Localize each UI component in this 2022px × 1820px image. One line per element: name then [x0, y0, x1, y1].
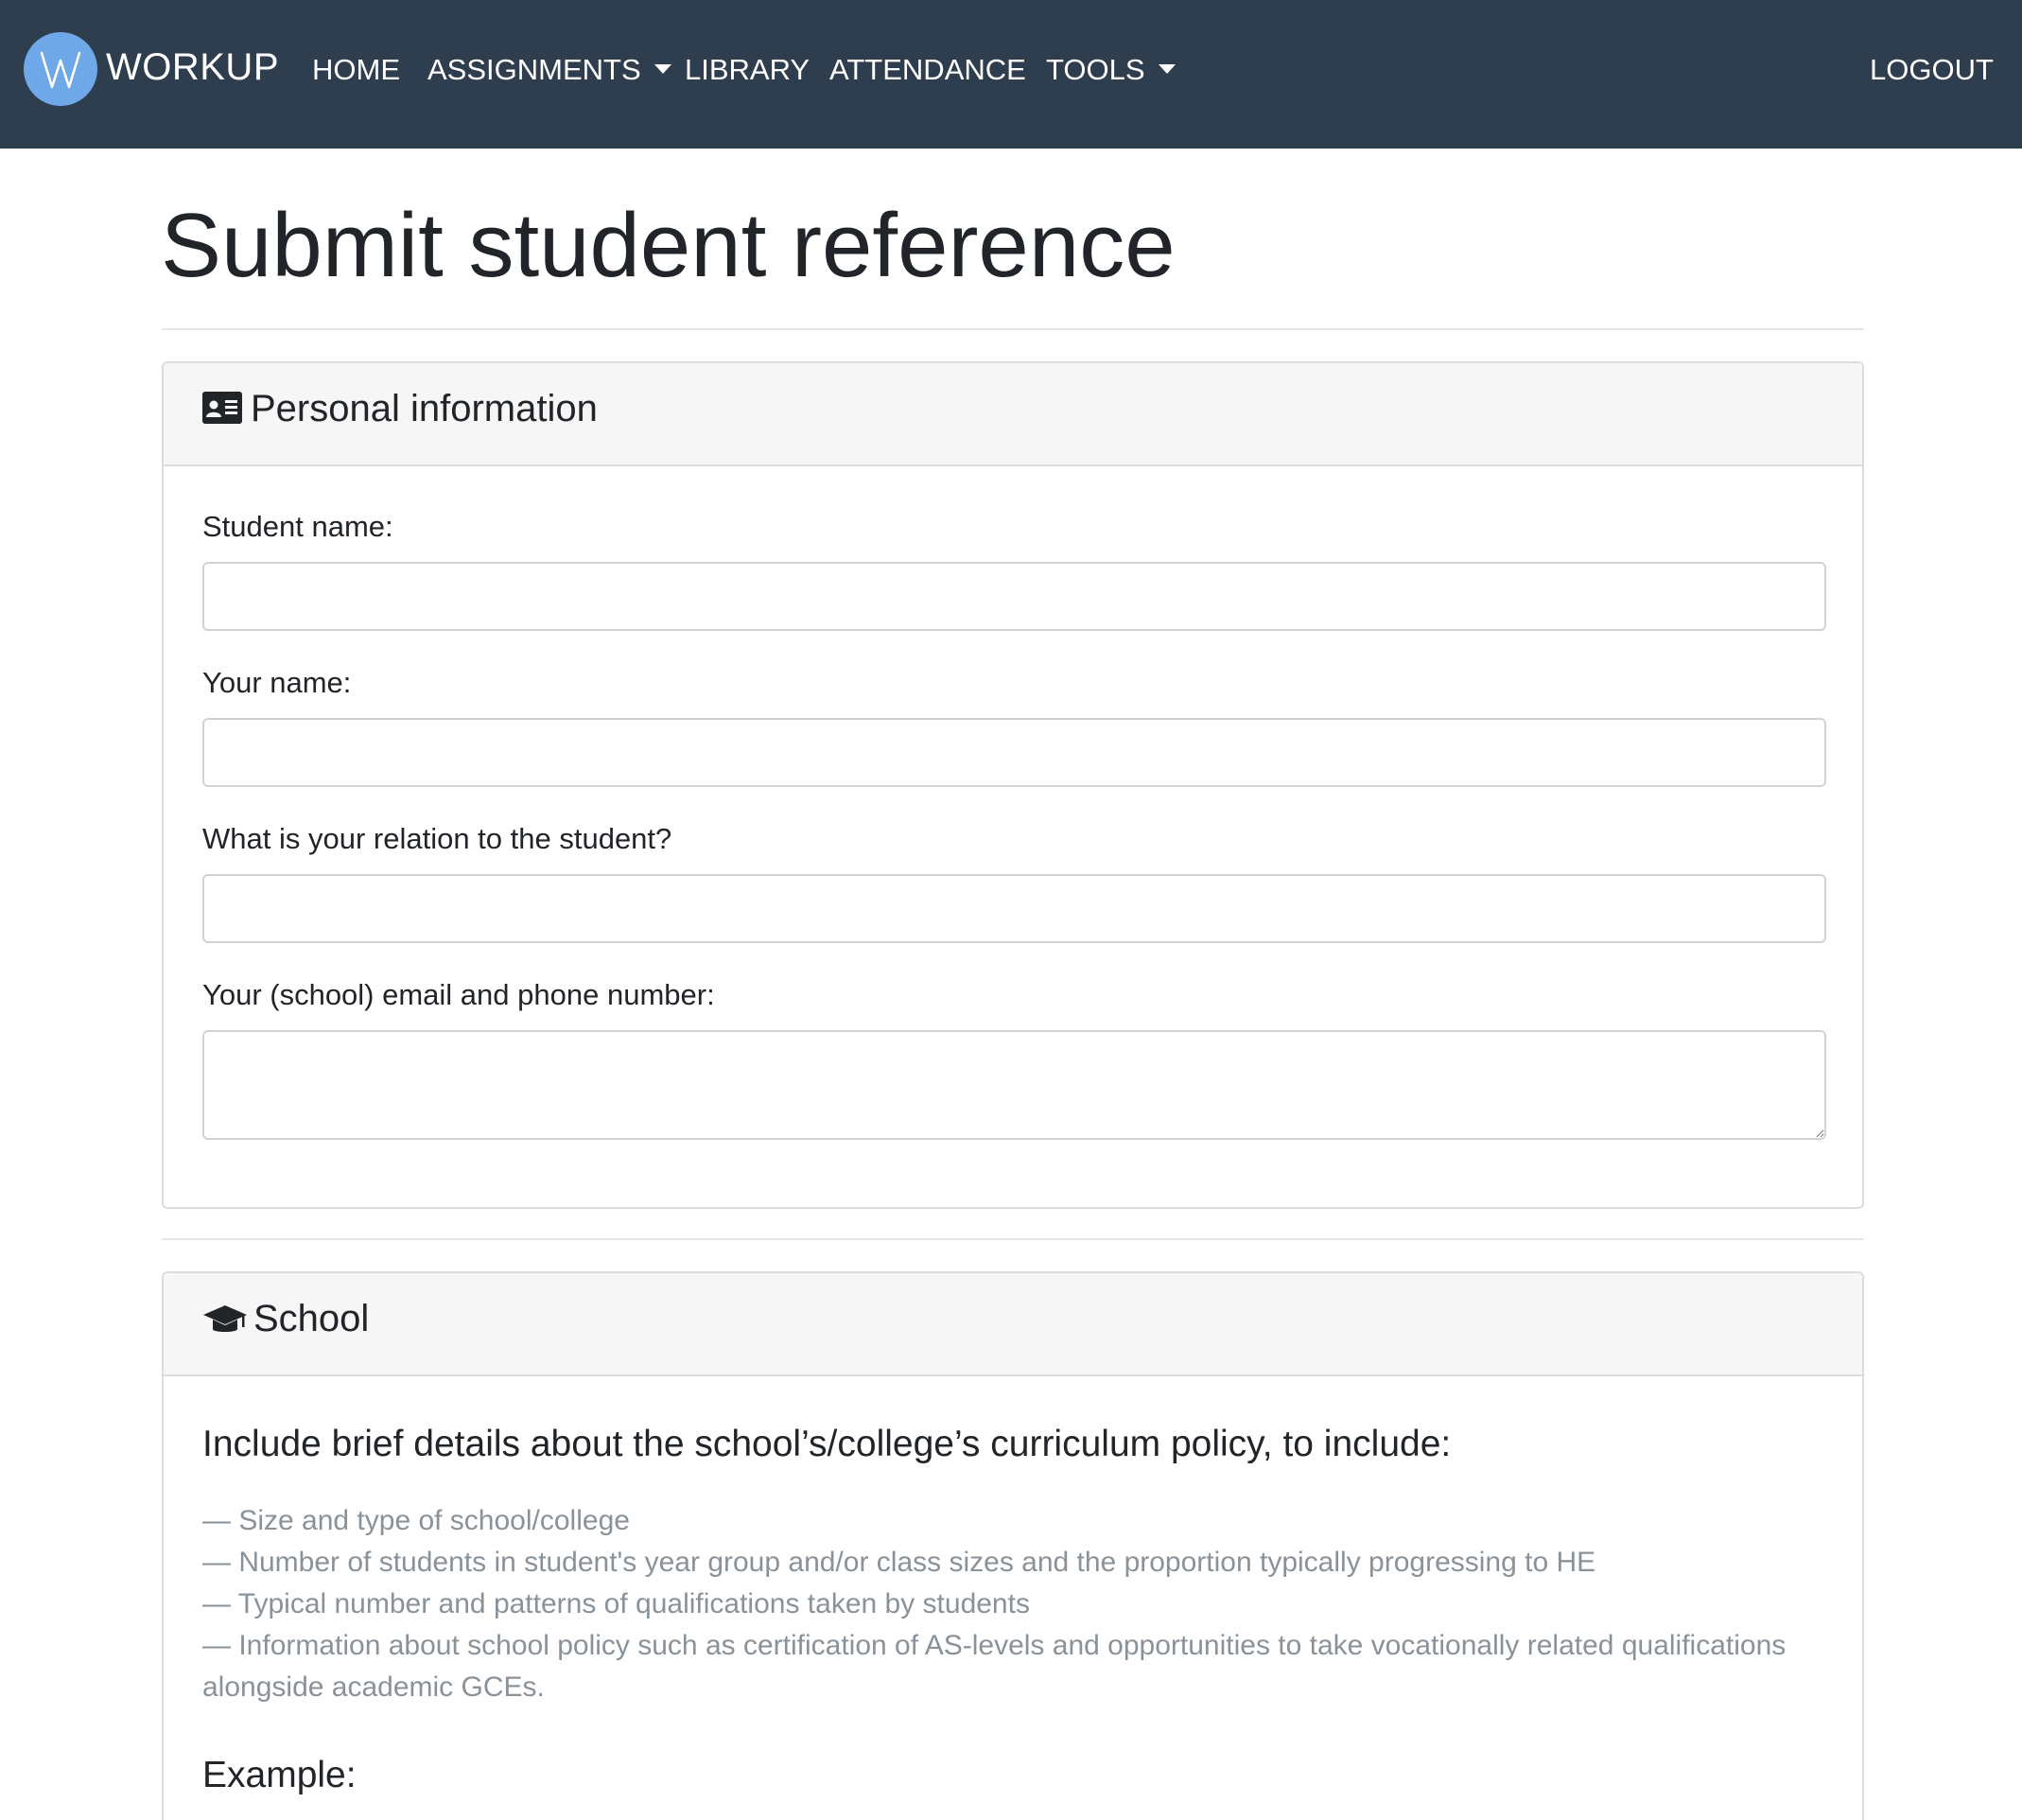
- nav-item-label: ASSIGNMENTS: [427, 53, 641, 86]
- guideline-item: — Information about school policy such a…: [202, 1630, 1787, 1703]
- caret-down-icon: [654, 63, 671, 74]
- card-title: Personal information: [251, 388, 598, 429]
- card-title: School: [253, 1298, 370, 1339]
- nav-item-home[interactable]: HOME: [312, 49, 400, 91]
- school-header: School: [164, 1273, 1862, 1376]
- relation-label: What is your relation to the student?: [202, 822, 672, 855]
- logout-link[interactable]: LOGOUT: [1870, 49, 1994, 91]
- relation-input[interactable]: [202, 874, 1826, 943]
- section-divider: [162, 1238, 1864, 1240]
- nav-item-label: HOME: [312, 53, 400, 86]
- nav-item-label: TOOLS: [1046, 53, 1145, 86]
- contact-textarea[interactable]: [202, 1030, 1826, 1140]
- guideline-item: — Size and type of school/college: [202, 1505, 630, 1536]
- nav-item-library[interactable]: LIBRARY: [685, 49, 810, 91]
- student-name-input[interactable]: [202, 562, 1826, 631]
- brand-name[interactable]: WORKUP: [106, 42, 279, 93]
- graduation-cap-icon: [202, 1304, 248, 1340]
- caret-down-icon: [1158, 63, 1176, 74]
- title-divider: [162, 328, 1864, 330]
- example-heading: Example:: [202, 1755, 357, 1795]
- nav-item-label: LIBRARY: [685, 53, 811, 86]
- guideline-item: — Number of students in student's year g…: [202, 1547, 1596, 1578]
- nav-item-tools[interactable]: TOOLS: [1046, 49, 1176, 91]
- student-name-label: Student name:: [202, 510, 393, 543]
- nav-item-assignments[interactable]: ASSIGNMENTS: [427, 49, 671, 91]
- personal-information-card: Personal information Student name: Your …: [162, 361, 1864, 1209]
- nav-item-label: ATTENDANCE: [829, 53, 1026, 86]
- id-card-icon: [202, 392, 242, 429]
- top-navbar: WORKUP HOME ASSIGNMENTS LIBRARY ATTENDAN…: [0, 0, 2022, 149]
- workup-logo-icon[interactable]: [24, 32, 97, 106]
- your-name-input[interactable]: [202, 718, 1826, 787]
- guideline-item: — Typical number and patterns of qualifi…: [202, 1588, 1030, 1619]
- school-card: School Include brief details about the s…: [162, 1271, 1864, 1820]
- personal-information-header: Personal information: [164, 363, 1862, 466]
- nav-item-attendance[interactable]: ATTENDANCE: [829, 49, 1026, 91]
- your-name-label: Your name:: [202, 666, 352, 699]
- curriculum-heading: Include brief details about the school’s…: [202, 1424, 1452, 1464]
- logout-label: LOGOUT: [1870, 53, 1994, 86]
- contact-label: Your (school) email and phone number:: [202, 978, 715, 1011]
- page-title: Submit student reference: [161, 195, 1176, 296]
